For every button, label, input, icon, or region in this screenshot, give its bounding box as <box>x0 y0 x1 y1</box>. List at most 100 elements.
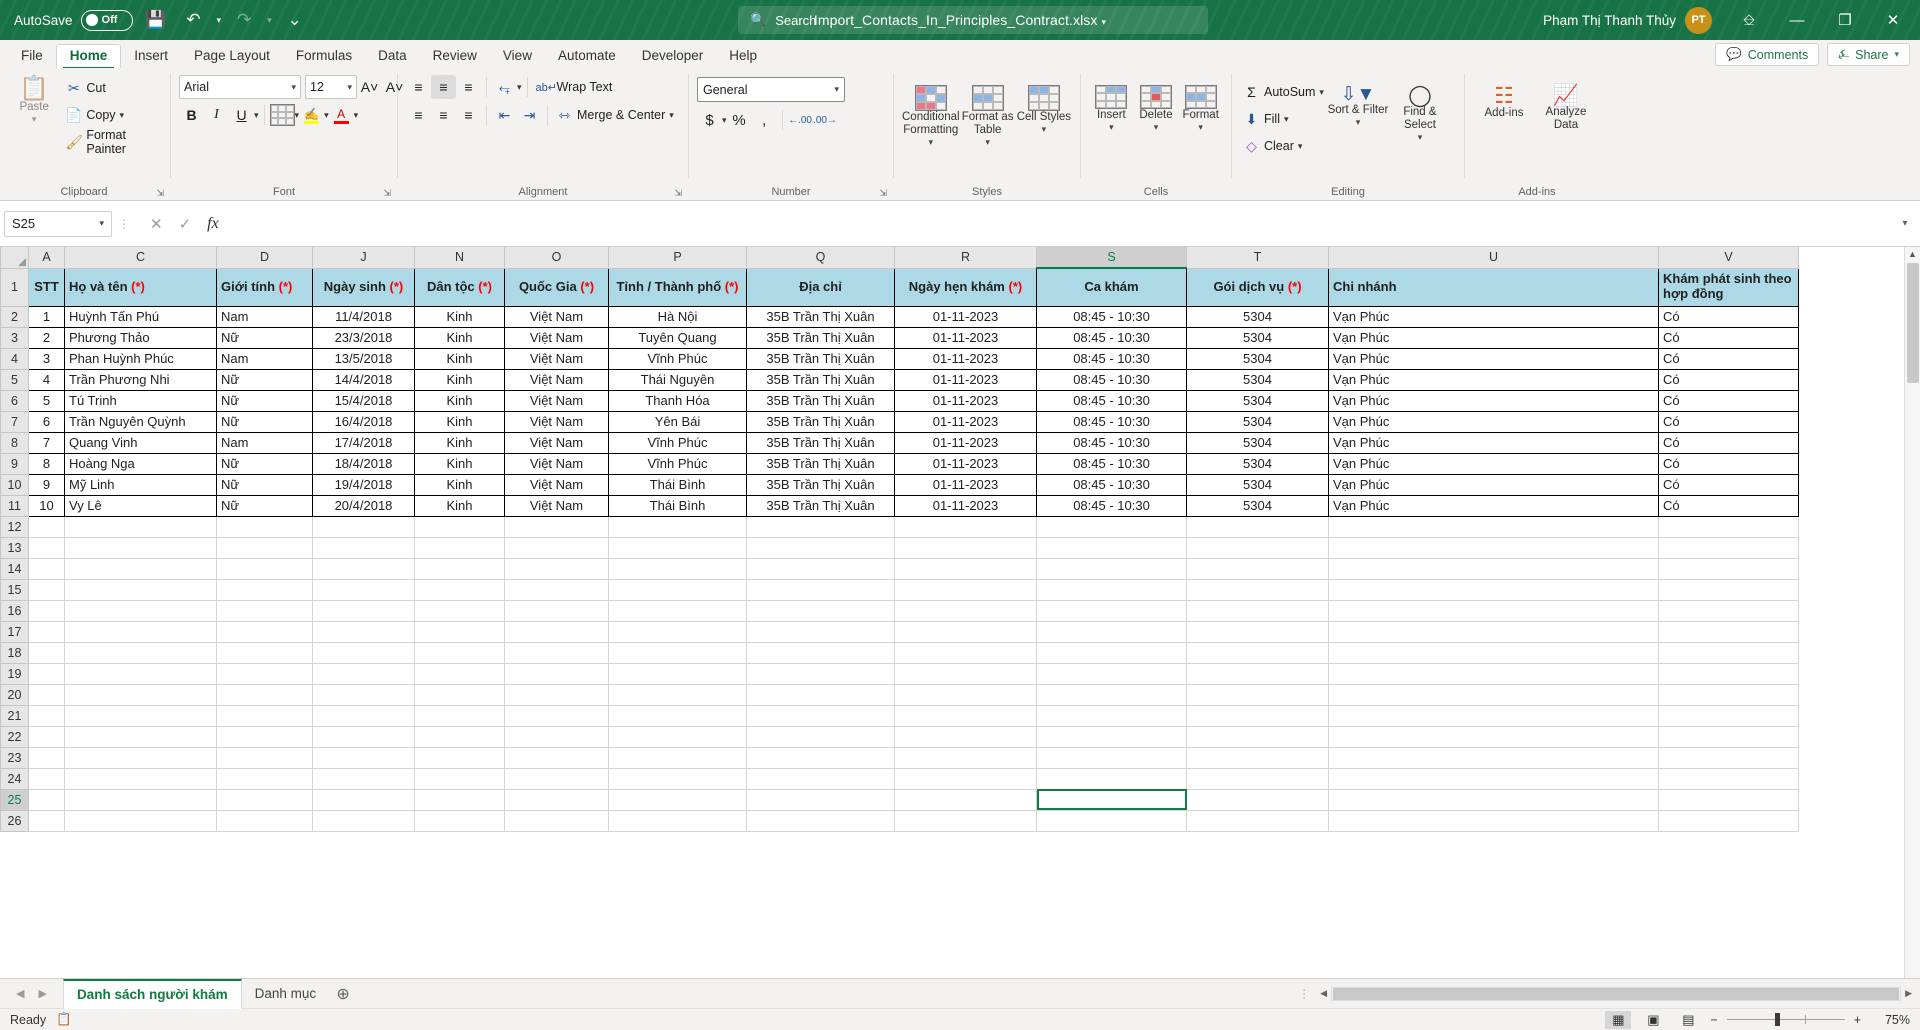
cell-P5[interactable]: Thái Nguyên <box>608 368 747 391</box>
zoom-slider-thumb[interactable] <box>1774 1013 1780 1026</box>
cell-S11[interactable]: 08:45 - 10:30 <box>1036 494 1187 517</box>
table-row[interactable]: 7 6 Trần Nguyên Quỳnh Nữ 16/4/2018 Kinh Việt N… <box>0 410 1799 433</box>
table-row-empty[interactable]: 26 <box>0 809 1799 832</box>
minimize-button[interactable]: — <box>1774 0 1820 40</box>
cell-J7[interactable]: 16/4/2018 <box>312 410 415 433</box>
cell-U20[interactable] <box>1328 683 1659 706</box>
cancel-icon[interactable]: ✕ <box>150 215 163 233</box>
cell-C10[interactable]: Mỹ Linh <box>64 473 217 496</box>
tab-automate[interactable]: Automate <box>545 44 629 68</box>
table-row-empty[interactable]: 16 <box>0 599 1799 622</box>
cell-O9[interactable]: Việt Nam <box>504 452 609 475</box>
scroll-split-handle[interactable]: ⋮ <box>1292 987 1316 1001</box>
cell-V14[interactable] <box>1658 557 1799 580</box>
table-row[interactable]: 8 7 Quang Vinh Nam 17/4/2018 Kinh Việt Nam Vĩnh… <box>0 431 1799 454</box>
cell-A3[interactable]: 2 <box>28 326 65 349</box>
cell-P10[interactable]: Thái Bình <box>608 473 747 496</box>
row-header-25[interactable]: 25 <box>0 788 29 811</box>
cell-Q8[interactable]: 35B Trần Thị Xuân <box>746 431 895 454</box>
hscroll-left-icon[interactable]: ◀ <box>1320 988 1327 999</box>
header-cell-t[interactable]: Gói dịch vụ (*) <box>1186 267 1329 307</box>
cell-O21[interactable] <box>504 704 609 727</box>
cell-A4[interactable]: 3 <box>28 347 65 370</box>
cell-O25[interactable] <box>504 788 609 811</box>
cell-T22[interactable] <box>1186 725 1329 748</box>
cell-P6[interactable]: Thanh Hóa <box>608 389 747 412</box>
cell-J10[interactable]: 19/4/2018 <box>312 473 415 496</box>
cell-P23[interactable] <box>608 746 747 769</box>
cell-D24[interactable] <box>216 767 313 790</box>
table-row-empty[interactable]: 13 <box>0 536 1799 559</box>
cell-C9[interactable]: Hoàng Nga <box>64 452 217 475</box>
cell-J23[interactable] <box>312 746 415 769</box>
cell-D10[interactable]: Nữ <box>216 473 313 496</box>
cell-N18[interactable] <box>414 641 505 664</box>
scroll-up-icon[interactable]: ▲ <box>1908 247 1917 261</box>
formula-bar-handle[interactable]: ⋮ <box>112 217 136 231</box>
avatar[interactable]: PT <box>1685 6 1712 34</box>
redo-icon[interactable]: ↷ <box>229 6 259 34</box>
cell-U26[interactable] <box>1328 809 1659 832</box>
cell-R6[interactable]: 01-11-2023 <box>894 389 1037 412</box>
cell-S24[interactable] <box>1036 767 1187 790</box>
cell-O24[interactable] <box>504 767 609 790</box>
cell-V26[interactable] <box>1658 809 1799 832</box>
cell-T24[interactable] <box>1186 767 1329 790</box>
cell-Q25[interactable] <box>746 788 895 811</box>
zoom-out-button[interactable]: − <box>1710 1013 1717 1027</box>
cell-V4[interactable]: Có <box>1658 347 1799 370</box>
row-header-23[interactable]: 23 <box>0 746 29 769</box>
zoom-slider[interactable] <box>1726 1013 1845 1026</box>
cell-S22[interactable] <box>1036 725 1187 748</box>
cell-N5[interactable]: Kinh <box>414 368 505 391</box>
cell-O15[interactable] <box>504 578 609 601</box>
align-center-icon[interactable]: ≡ <box>431 103 456 127</box>
align-middle-icon[interactable]: ≡ <box>431 75 456 99</box>
cell-U25[interactable] <box>1328 788 1659 811</box>
cell-C14[interactable] <box>64 557 217 580</box>
cell-D8[interactable]: Nam <box>216 431 313 454</box>
font-family-input[interactable]: Arial ▾ <box>179 75 301 99</box>
cell-R22[interactable] <box>894 725 1037 748</box>
delete-cells-dropdown-icon[interactable]: ▾ <box>1154 122 1159 132</box>
cell-U4[interactable]: Vạn Phúc <box>1328 347 1659 370</box>
cell-P15[interactable] <box>608 578 747 601</box>
align-right-icon[interactable]: ≡ <box>456 103 481 127</box>
cell-U2[interactable]: Vạn Phúc <box>1328 305 1659 328</box>
row-header-17[interactable]: 17 <box>0 620 29 643</box>
tab-home[interactable]: Home <box>55 44 122 69</box>
cell-O11[interactable]: Việt Nam <box>504 494 609 517</box>
vertical-scroll-thumb[interactable] <box>1906 263 1919 383</box>
cell-Q7[interactable]: 35B Trần Thị Xuân <box>746 410 895 433</box>
cell-P24[interactable] <box>608 767 747 790</box>
row-header-10[interactable]: 10 <box>0 473 29 496</box>
cell-S14[interactable] <box>1036 557 1187 580</box>
cell-U23[interactable] <box>1328 746 1659 769</box>
cell-V2[interactable]: Có <box>1658 305 1799 328</box>
cell-O3[interactable]: Việt Nam <box>504 326 609 349</box>
cell-R13[interactable] <box>894 536 1037 559</box>
fill-color-icon[interactable]: ✍ <box>299 103 324 127</box>
tab-view[interactable]: View <box>490 44 545 68</box>
clear-button[interactable]: ◇ Clear ▾ <box>1240 134 1327 158</box>
cell-Q3[interactable]: 35B Trần Thị Xuân <box>746 326 895 349</box>
cell-V19[interactable] <box>1658 662 1799 685</box>
cell-D15[interactable] <box>216 578 313 601</box>
table-row-empty[interactable]: 12 <box>0 515 1799 538</box>
fill-color-dropdown-icon[interactable]: ▾ <box>324 110 329 121</box>
cell-R7[interactable]: 01-11-2023 <box>894 410 1037 433</box>
table-row-empty[interactable]: 17 <box>0 620 1799 643</box>
cell-V15[interactable] <box>1658 578 1799 601</box>
cell-C2[interactable]: Huỳnh Tấn Phú <box>64 305 217 328</box>
cell-P9[interactable]: Vĩnh Phúc <box>608 452 747 475</box>
cell-U19[interactable] <box>1328 662 1659 685</box>
tab-insert[interactable]: Insert <box>121 44 181 68</box>
cell-R4[interactable]: 01-11-2023 <box>894 347 1037 370</box>
increase-indent-icon[interactable]: ⇥ <box>517 103 542 127</box>
cell-D5[interactable]: Nữ <box>216 368 313 391</box>
cell-J19[interactable] <box>312 662 415 685</box>
cell-P25[interactable] <box>608 788 747 811</box>
cell-O26[interactable] <box>504 809 609 832</box>
alignment-dialog-launcher[interactable]: ⇲ <box>674 188 682 199</box>
table-row-empty[interactable]: 22 <box>0 725 1799 748</box>
